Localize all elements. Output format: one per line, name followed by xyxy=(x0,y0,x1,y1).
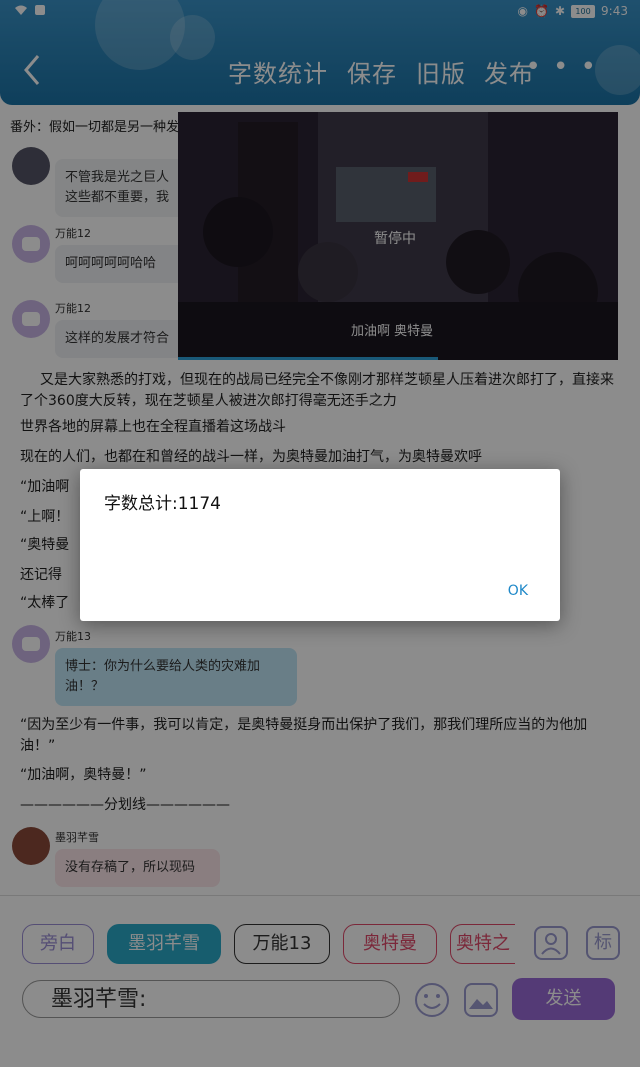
word-count-dialog: 字数总计:1174 OK xyxy=(80,469,560,621)
ok-button[interactable]: OK xyxy=(508,583,528,599)
dialog-message: 字数总计:1174 xyxy=(104,494,221,514)
